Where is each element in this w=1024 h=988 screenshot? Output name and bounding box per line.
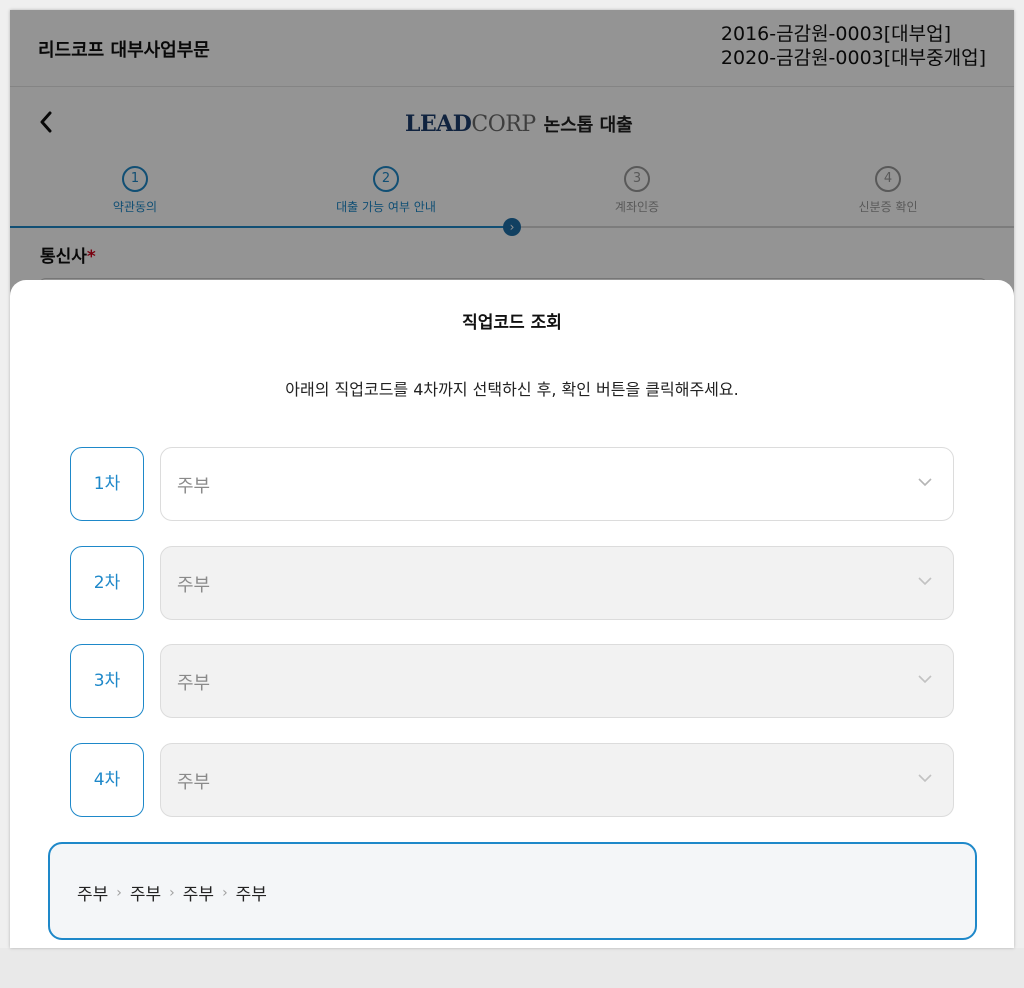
select-value: 주부 (177, 575, 211, 596)
select-value: 주부 (177, 673, 211, 694)
job-code-modal: 직업코드 조회 아래의 직업코드를 4차까지 선택하신 후, 확인 버튼을 클릭… (10, 280, 1014, 948)
chevron-down-icon (918, 675, 932, 684)
select-value: 주부 (177, 476, 211, 497)
level-row-4: 4차 주부 (70, 743, 955, 817)
level-1-select[interactable]: 주부 (160, 447, 954, 521)
chevron-down-icon (918, 577, 932, 586)
level-badge: 1차 (70, 447, 144, 521)
level-row-3: 3차 주부 (70, 644, 955, 718)
selected-path-box: 주부 › 주부 › 주부 › 주부 (48, 842, 977, 940)
level-badge: 3차 (70, 644, 144, 718)
app-frame: 리드코프 대부사업부문 2016-금감원-0003[대부업] 2020-금감원-… (10, 10, 1014, 948)
level-row-1: 1차 주부 (70, 447, 955, 521)
chevron-right-icon: › (116, 884, 122, 901)
chevron-right-icon: › (222, 884, 228, 901)
chevron-down-icon (918, 774, 932, 783)
modal-description: 아래의 직업코드를 4차까지 선택하신 후, 확인 버튼을 클릭해주세요. (285, 380, 739, 399)
level-badge: 4차 (70, 743, 144, 817)
level-2-select[interactable]: 주부 (160, 546, 954, 620)
level-3-select[interactable]: 주부 (160, 644, 954, 718)
window-bottom-strip (0, 948, 1024, 988)
level-badge: 2차 (70, 546, 144, 620)
level-row-2: 2차 주부 (70, 546, 955, 620)
path-item: 주부 (182, 885, 215, 905)
path-item: 주부 (129, 885, 162, 905)
path-item: 주부 (235, 885, 267, 905)
selected-path: 주부 › 주부 › 주부 › 주부 (77, 880, 267, 906)
chevron-right-icon: › (169, 884, 175, 901)
select-value: 주부 (177, 772, 211, 793)
modal-title: 직업코드 조회 (462, 313, 562, 333)
level-4-select[interactable]: 주부 (160, 743, 954, 817)
path-item: 주부 (77, 885, 109, 905)
chevron-down-icon (918, 478, 932, 487)
